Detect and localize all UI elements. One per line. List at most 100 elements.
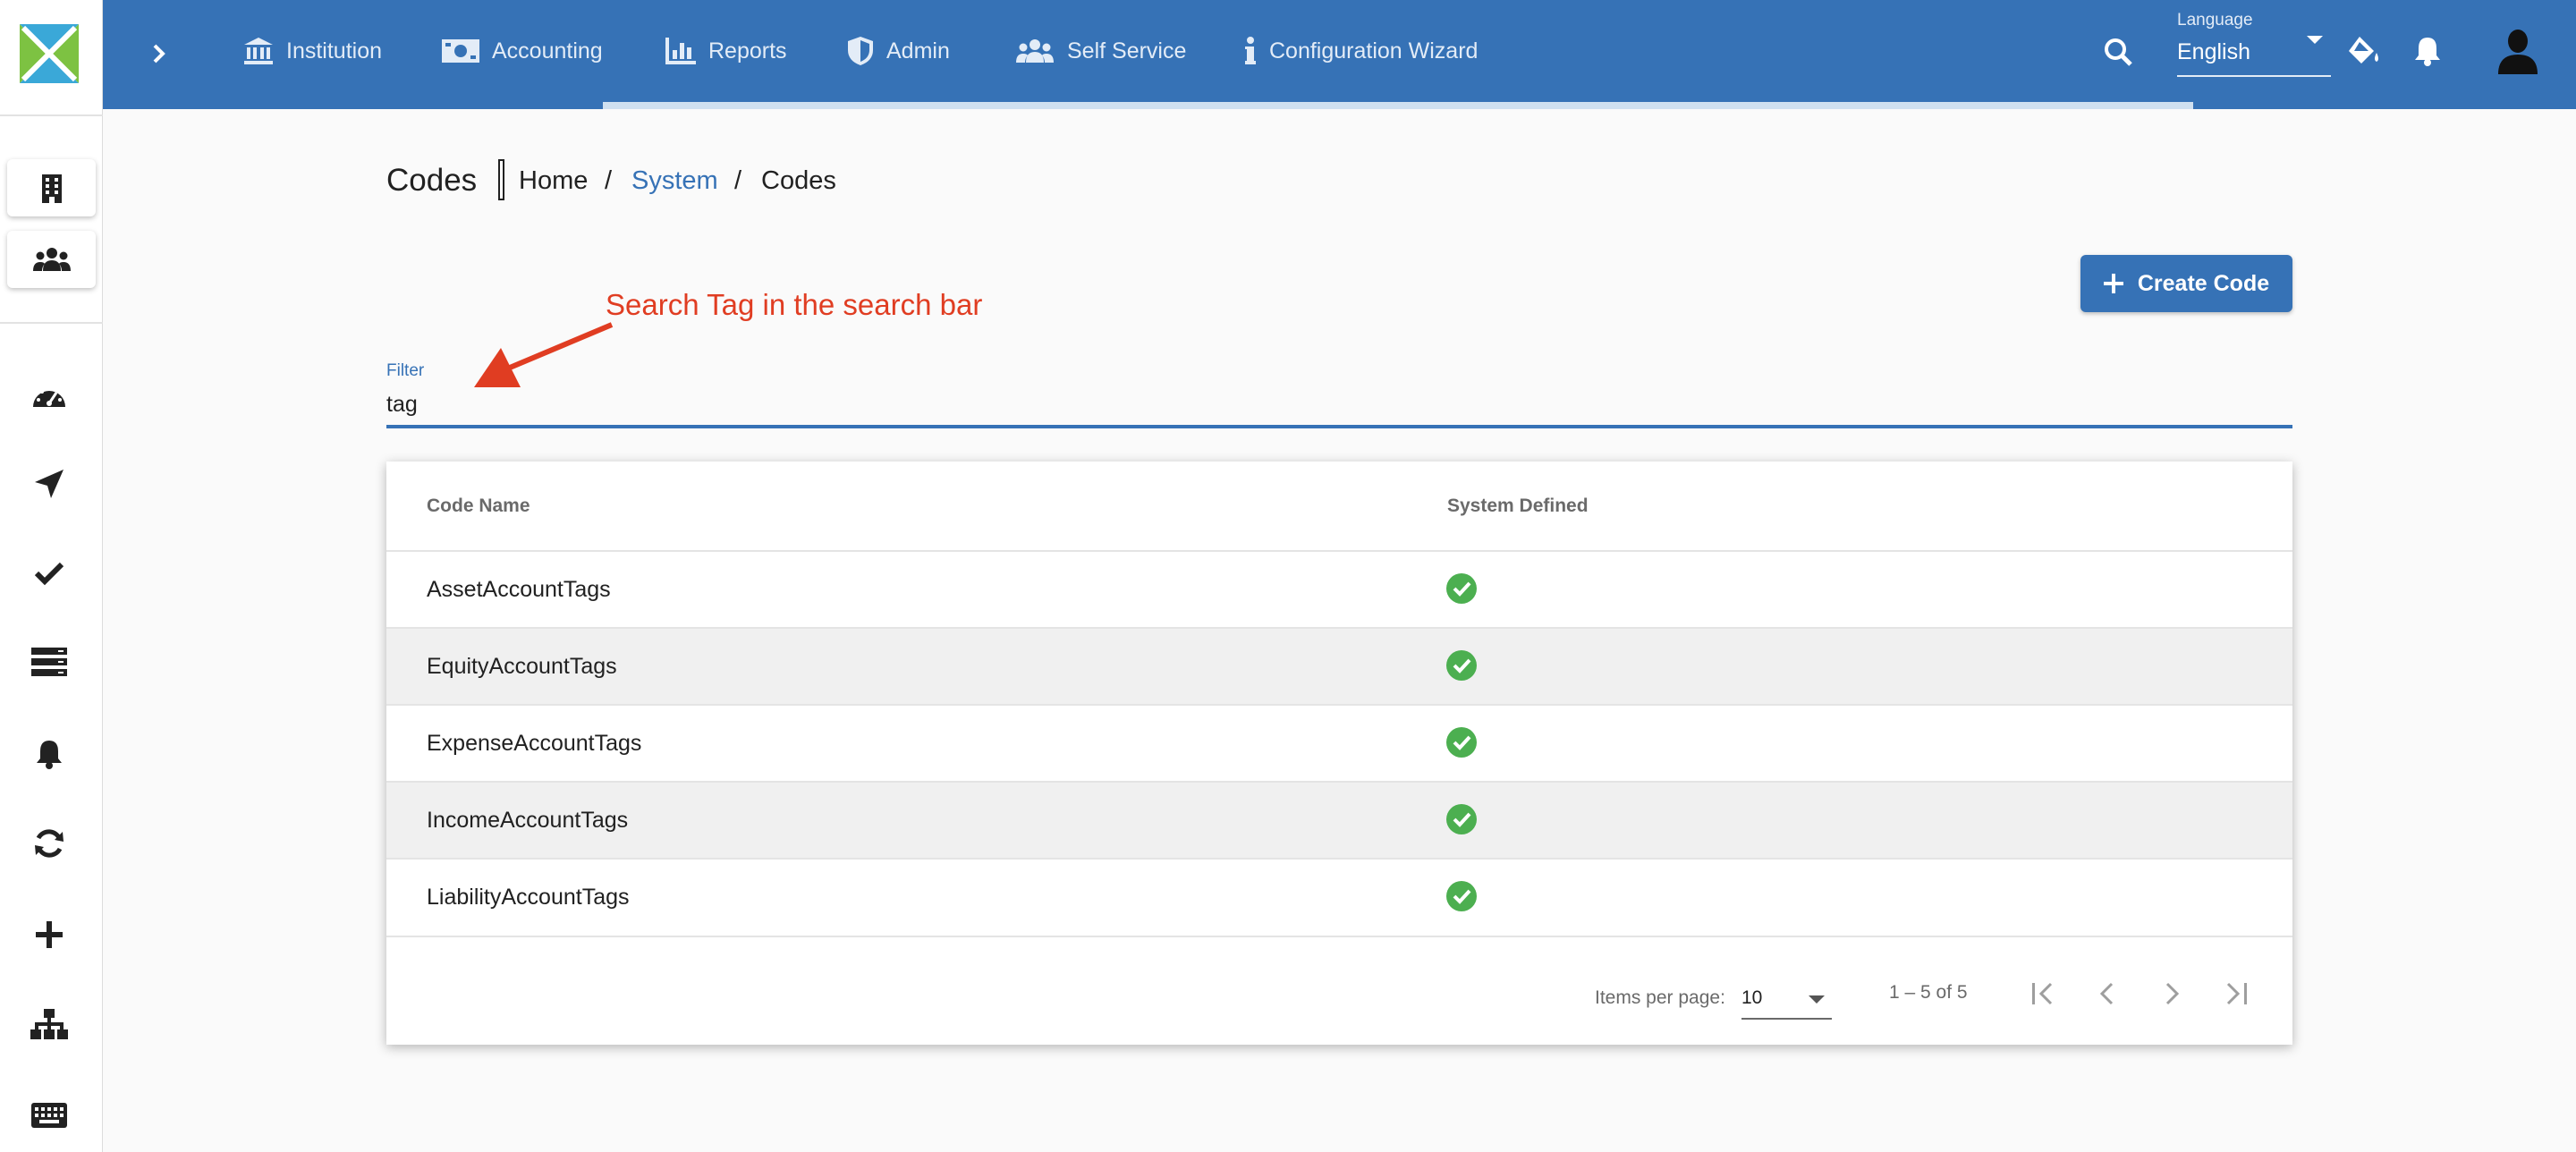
breadcrumb-separator: / (605, 166, 613, 195)
last-page-icon (2226, 982, 2247, 1005)
sidebar-item-add[interactable] (25, 911, 73, 959)
codes-table: Code Name System Defined AssetAccountTag… (386, 462, 2292, 1045)
next-page-button[interactable] (2151, 973, 2192, 1014)
sidebar-item-checker[interactable] (25, 549, 73, 597)
chevron-right-icon (2165, 982, 2180, 1005)
server-icon (31, 648, 67, 676)
shield-icon (848, 37, 873, 65)
table-footer-divider (386, 936, 2292, 937)
check-circle-icon (1446, 881, 1477, 911)
breadcrumb-separator: / (734, 166, 742, 195)
table-row[interactable]: LiabilityAccountTags (386, 858, 2292, 935)
code-name-cell: LiabilityAccountTags (427, 885, 630, 910)
bell-icon (37, 741, 62, 769)
chevron-down-icon[interactable] (1809, 995, 1825, 1004)
office-building-icon (41, 174, 62, 203)
table-row[interactable]: IncomeAccountTags (386, 781, 2292, 858)
previous-page-button[interactable] (2087, 973, 2128, 1014)
nav-reports[interactable]: Reports (665, 30, 787, 72)
filter-input[interactable] (386, 386, 1907, 422)
breadcrumb-system[interactable]: System (631, 166, 718, 196)
bank-icon (244, 38, 273, 64)
chevron-down-icon (2307, 36, 2323, 44)
chevron-left-icon (2099, 982, 2114, 1005)
sidebar-item-organization[interactable] (25, 1000, 73, 1048)
sidebar-item-clients[interactable] (7, 231, 96, 288)
breadcrumb-codes: Codes (761, 166, 836, 195)
theme-button[interactable] (2345, 32, 2383, 70)
expand-sidebar-button[interactable] (141, 36, 177, 72)
nav-accounting[interactable]: Accounting (442, 30, 603, 72)
breadcrumb-home[interactable]: Home (519, 166, 588, 196)
table-row[interactable]: EquityAccountTags (386, 627, 2292, 704)
app-logo[interactable] (20, 24, 79, 83)
filter-underline (386, 425, 2292, 428)
profile-button[interactable] (2496, 27, 2540, 75)
money-icon (442, 39, 479, 63)
search-button[interactable] (2100, 34, 2136, 70)
nav-institution-label: Institution (286, 38, 383, 64)
table-row[interactable]: AssetAccountTags (386, 550, 2292, 627)
paginator-range: 1 – 5 of 5 (1889, 982, 1968, 1003)
items-per-page-underline (1741, 1018, 1832, 1020)
dashboard-gauge-icon (33, 387, 65, 407)
users-icon (1016, 39, 1054, 63)
sidebar-item-refresh[interactable] (25, 819, 73, 868)
plus-icon (2103, 274, 2123, 293)
info-icon (1245, 37, 1256, 64)
column-header-code-name[interactable]: Code Name (427, 496, 530, 517)
nav-admin[interactable]: Admin (847, 30, 950, 72)
check-circle-icon (1446, 804, 1477, 834)
notifications-button[interactable] (2410, 32, 2445, 70)
plus-icon (36, 921, 63, 948)
navbar-progress-strip (603, 102, 2193, 109)
language-select[interactable]: Language English (2177, 9, 2331, 77)
language-value: English (2177, 39, 2250, 64)
sidebar-item-offices[interactable] (7, 159, 96, 216)
check-circle-icon (1446, 650, 1477, 681)
items-per-page-label: Items per page: (1595, 987, 1725, 1008)
nav-accounting-label: Accounting (492, 38, 603, 64)
nav-institution[interactable]: Institution (243, 30, 382, 72)
first-page-icon (2032, 982, 2053, 1005)
create-code-button[interactable]: Create Code (2080, 255, 2292, 312)
code-name-cell: EquityAccountTags (427, 654, 617, 679)
refresh-icon (35, 829, 64, 858)
keyboard-icon (31, 1103, 67, 1128)
sidebar-divider (0, 322, 103, 324)
sidebar-item-servers[interactable] (25, 638, 73, 686)
sidebar-divider (0, 114, 103, 116)
items-per-page-select[interactable]: 10 (1741, 987, 1762, 1009)
org-chart-icon (30, 1009, 68, 1039)
check-circle-icon (1446, 727, 1477, 758)
code-name-cell: ExpenseAccountTags (427, 731, 642, 756)
nav-self-service-label: Self Service (1067, 38, 1187, 64)
create-code-label: Create Code (2137, 270, 2270, 296)
sidebar-item-navigation[interactable] (25, 460, 73, 508)
title-divider (498, 159, 504, 200)
filter-label: Filter (386, 361, 425, 380)
nav-reports-label: Reports (708, 38, 787, 64)
annotation-text: Search Tag in the search bar (606, 288, 983, 321)
clients-group-icon (32, 248, 71, 271)
language-label: Language (2177, 11, 2253, 30)
code-name-cell: AssetAccountTags (427, 577, 611, 602)
nav-self-service[interactable]: Self Service (1015, 30, 1186, 72)
last-page-button[interactable] (2216, 973, 2257, 1014)
nav-admin-label: Admin (886, 38, 950, 64)
column-header-system-defined[interactable]: System Defined (1447, 496, 1589, 517)
user-avatar-icon (2498, 30, 2538, 74)
check-icon (34, 562, 64, 586)
search-icon (2105, 38, 2132, 66)
page-title: Codes (386, 163, 478, 198)
first-page-button[interactable] (2022, 973, 2063, 1014)
navigate-arrow-icon (35, 470, 64, 498)
sidebar-item-keyboard-shortcuts[interactable] (25, 1091, 73, 1139)
table-row[interactable]: ExpenseAccountTags (386, 704, 2292, 781)
sidebar-item-notifications[interactable] (25, 730, 73, 778)
bar-chart-icon (665, 38, 696, 64)
check-circle-icon (1446, 573, 1477, 604)
nav-configuration-wizard[interactable]: Configuration Wizard (1244, 30, 1478, 72)
sidebar-item-dashboard[interactable] (25, 372, 73, 420)
language-underline (2177, 75, 2331, 77)
